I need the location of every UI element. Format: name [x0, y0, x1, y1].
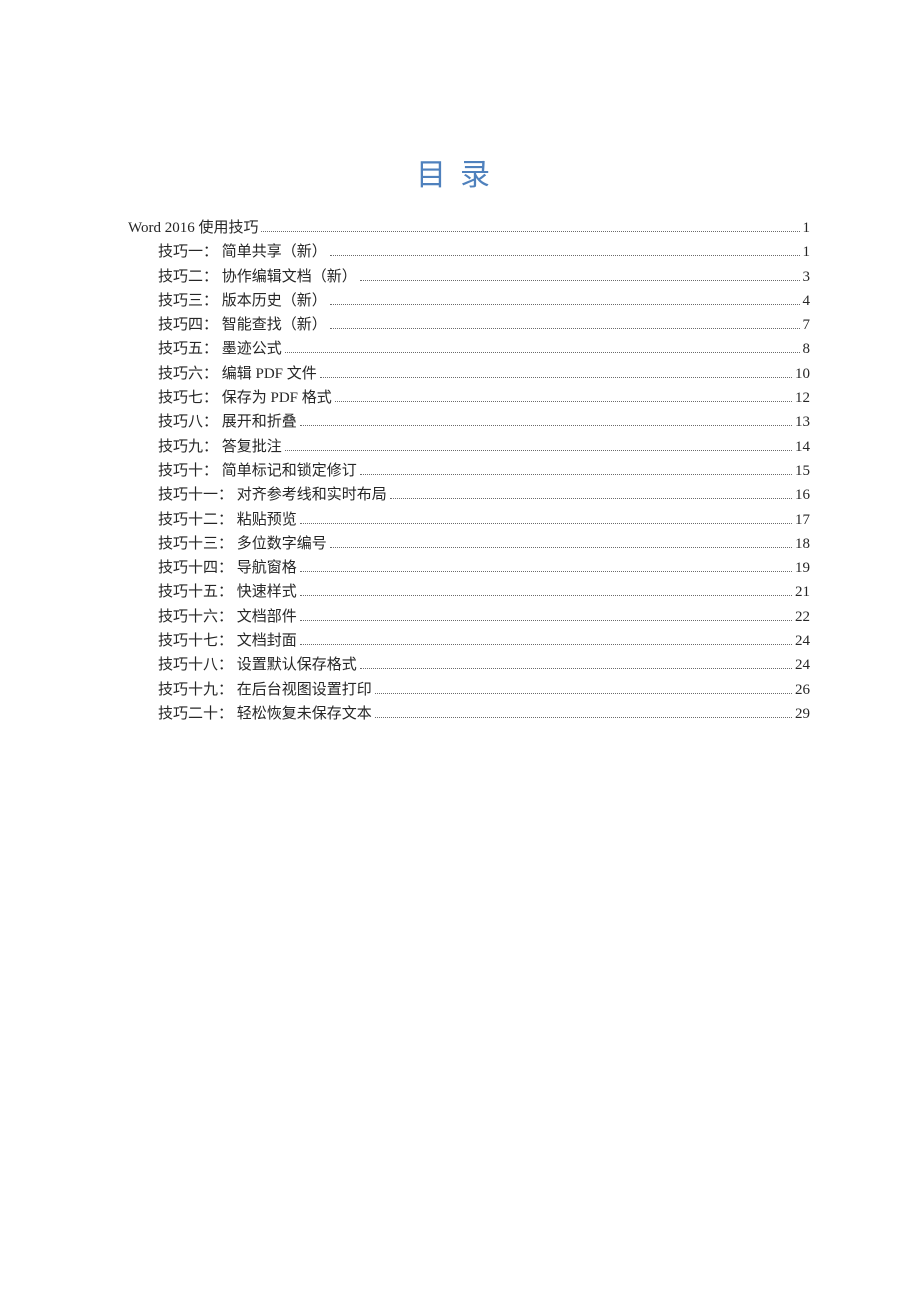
toc-entry[interactable]: 技巧十六： 文档部件 22 [128, 605, 810, 629]
toc-entry-label: 技巧二： 协作编辑文档（新） [158, 265, 357, 289]
toc-dot-leader [285, 436, 792, 451]
toc-title: 目录 [0, 150, 920, 194]
toc-entry-page: 19 [795, 556, 810, 580]
toc-dot-leader [320, 363, 792, 378]
toc-entry[interactable]: Word 2016 使用技巧 1 [128, 216, 810, 240]
toc-dot-leader [285, 339, 800, 354]
toc-entry-page: 17 [795, 508, 810, 532]
toc-entry-label: 技巧二十： 轻松恢复未保存文本 [158, 702, 372, 726]
toc-entry[interactable]: 技巧八： 展开和折叠 13 [128, 410, 810, 434]
toc-entry[interactable]: 技巧十七： 文档封面 24 [128, 629, 810, 653]
toc-dot-leader [300, 631, 792, 646]
toc-dot-leader [300, 606, 792, 621]
toc-entry-page: 26 [795, 678, 810, 702]
toc-entry[interactable]: 技巧四： 智能查找（新） 7 [128, 313, 810, 337]
toc-entry-label: 技巧一： 简单共享（新） [158, 240, 327, 264]
toc-dot-leader [375, 703, 792, 718]
toc-entry-label: 技巧十七： 文档封面 [158, 629, 297, 653]
toc-entry-page: 7 [803, 313, 811, 337]
toc-entry-label: 技巧四： 智能查找（新） [158, 313, 327, 337]
toc-entry-label: 技巧九： 答复批注 [158, 435, 282, 459]
toc-entry[interactable]: 技巧一： 简单共享（新） 1 [128, 240, 810, 264]
toc-dot-leader [360, 655, 792, 670]
toc-entry[interactable]: 技巧二十： 轻松恢复未保存文本 29 [128, 702, 810, 726]
toc-list: Word 2016 使用技巧 1 技巧一： 简单共享（新） 1 技巧二： 协作编… [0, 216, 920, 726]
toc-entry[interactable]: 技巧十二： 粘贴预览 17 [128, 508, 810, 532]
toc-entry[interactable]: 技巧十三： 多位数字编号 18 [128, 532, 810, 556]
toc-dot-leader [375, 679, 792, 694]
toc-entry[interactable]: 技巧十五： 快速样式 21 [128, 580, 810, 604]
toc-dot-leader [300, 509, 792, 524]
toc-entry[interactable]: 技巧九： 答复批注 14 [128, 435, 810, 459]
toc-entry-label: 技巧十六： 文档部件 [158, 605, 297, 629]
toc-entry-page: 16 [795, 483, 810, 507]
toc-entry[interactable]: 技巧十九： 在后台视图设置打印 26 [128, 678, 810, 702]
toc-dot-leader [360, 460, 792, 475]
toc-dot-leader [390, 485, 792, 500]
toc-entry-page: 8 [803, 337, 811, 361]
toc-dot-leader [300, 412, 792, 427]
toc-entry-label: 技巧十五： 快速样式 [158, 580, 297, 604]
toc-entry-page: 22 [795, 605, 810, 629]
toc-entry[interactable]: 技巧十： 简单标记和锁定修订 15 [128, 459, 810, 483]
toc-entry-page: 12 [795, 386, 810, 410]
toc-dot-leader [300, 582, 792, 597]
toc-entry-page: 10 [795, 362, 810, 386]
toc-entry[interactable]: 技巧十八： 设置默认保存格式 24 [128, 653, 810, 677]
toc-entry-label: 技巧十一： 对齐参考线和实时布局 [158, 483, 387, 507]
toc-entry-label: 技巧十四： 导航窗格 [158, 556, 297, 580]
toc-entry-page: 24 [795, 653, 810, 677]
toc-entry-label: 技巧十二： 粘贴预览 [158, 508, 297, 532]
toc-entry-page: 1 [803, 216, 811, 240]
toc-entry[interactable]: 技巧十四： 导航窗格 19 [128, 556, 810, 580]
toc-entry-label: 技巧十三： 多位数字编号 [158, 532, 327, 556]
toc-entry-label: 技巧八： 展开和折叠 [158, 410, 297, 434]
toc-dot-leader [335, 388, 792, 403]
toc-entry-page: 13 [795, 410, 810, 434]
toc-entry-label: 技巧十八： 设置默认保存格式 [158, 653, 357, 677]
toc-entry-label: 技巧十九： 在后台视图设置打印 [158, 678, 372, 702]
toc-entry-page: 21 [795, 580, 810, 604]
toc-entry-label: 技巧五： 墨迹公式 [158, 337, 282, 361]
toc-entry-page: 14 [795, 435, 810, 459]
toc-dot-leader [330, 315, 800, 330]
toc-dot-leader [330, 242, 800, 257]
toc-entry-page: 29 [795, 702, 810, 726]
toc-dot-leader [300, 558, 792, 573]
toc-entry-page: 3 [803, 265, 811, 289]
toc-entry-page: 1 [803, 240, 811, 264]
toc-dot-leader [261, 218, 799, 233]
toc-entry[interactable]: 技巧五： 墨迹公式 8 [128, 337, 810, 361]
toc-entry[interactable]: 技巧三： 版本历史（新） 4 [128, 289, 810, 313]
toc-entry-label: 技巧六： 编辑 PDF 文件 [158, 362, 317, 386]
toc-entry-label: Word 2016 使用技巧 [128, 216, 258, 240]
toc-entry-label: 技巧十： 简单标记和锁定修订 [158, 459, 357, 483]
toc-dot-leader [330, 290, 800, 305]
toc-entry-page: 24 [795, 629, 810, 653]
document-page: 目录 Word 2016 使用技巧 1 技巧一： 简单共享（新） 1 技巧二： … [0, 0, 920, 1302]
toc-entry-label: 技巧七： 保存为 PDF 格式 [158, 386, 332, 410]
toc-entry[interactable]: 技巧十一： 对齐参考线和实时布局 16 [128, 483, 810, 507]
toc-entry-page: 15 [795, 459, 810, 483]
toc-entry-page: 4 [803, 289, 811, 313]
toc-entry[interactable]: 技巧二： 协作编辑文档（新） 3 [128, 265, 810, 289]
toc-entry-page: 18 [795, 532, 810, 556]
toc-entry[interactable]: 技巧七： 保存为 PDF 格式 12 [128, 386, 810, 410]
toc-dot-leader [330, 533, 792, 548]
toc-entry[interactable]: 技巧六： 编辑 PDF 文件 10 [128, 362, 810, 386]
toc-entry-label: 技巧三： 版本历史（新） [158, 289, 327, 313]
toc-dot-leader [360, 266, 800, 281]
